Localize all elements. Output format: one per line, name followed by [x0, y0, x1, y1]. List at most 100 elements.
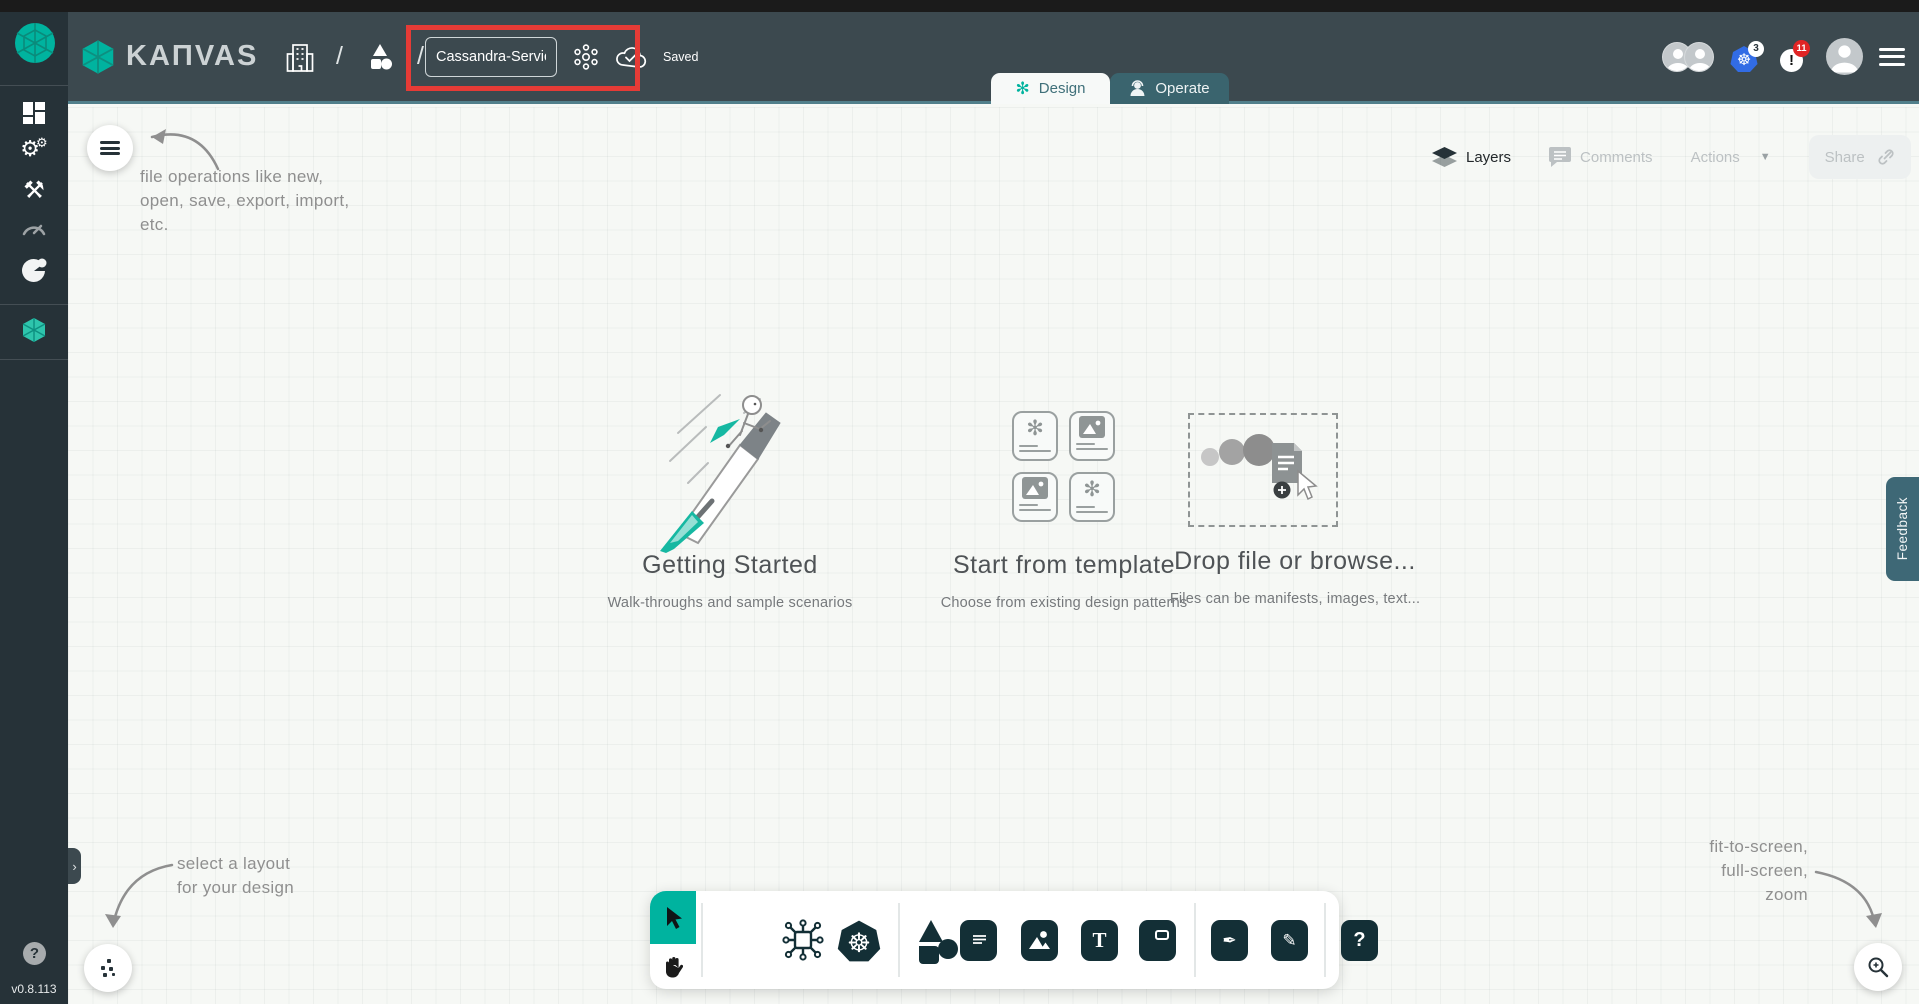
- template-thumb-image[interactable]: [1012, 472, 1058, 522]
- share-button[interactable]: Share: [1808, 135, 1911, 179]
- tab-operate-label: Operate: [1155, 80, 1210, 97]
- layers-label: Layers: [1466, 148, 1512, 166]
- sidebar-divider: [0, 359, 68, 360]
- deploy-cluster-icon[interactable]: [573, 43, 599, 70]
- template-thumb-image[interactable]: [1069, 411, 1115, 461]
- thumb-lines: [1019, 501, 1051, 511]
- component-tool-button[interactable]: [781, 918, 825, 962]
- user-avatar[interactable]: [1826, 38, 1863, 75]
- getting-started-subtitle: Walk-throughs and sample scenarios: [607, 595, 853, 611]
- help-icon[interactable]: ?: [23, 942, 46, 965]
- feedback-tab[interactable]: Feedback: [1886, 477, 1919, 581]
- organization-building-icon[interactable]: [286, 42, 314, 72]
- sidebar-item-dashboard[interactable]: [0, 96, 68, 130]
- mode-tabs: ✻ Design Operate: [991, 73, 1229, 104]
- sidebar-item-performance[interactable]: [0, 211, 68, 245]
- left-sidebar: ⚙ ⚙ ⚒ ? v0.8.113: [0, 12, 68, 1004]
- canvas-menu-icon: [100, 141, 120, 155]
- workspace-shapes-icon[interactable]: [365, 42, 395, 72]
- canvas-view-toolbar: Layers Comments Actions ▼ Share: [1432, 135, 1911, 179]
- app-version: v0.8.113: [11, 982, 57, 996]
- header-right-icons: ☸ 3 ! 11: [1662, 12, 1905, 101]
- layout-graph-icon: [101, 959, 115, 977]
- thumb-lines: [1076, 440, 1108, 450]
- chevron-down-icon: ▼: [1759, 151, 1771, 163]
- sidebar-expander[interactable]: ›: [68, 848, 81, 884]
- layers-button[interactable]: Layers: [1432, 146, 1512, 168]
- pen-icon: ✒: [1222, 930, 1237, 951]
- notifications-button[interactable]: ! 11: [1780, 39, 1810, 74]
- actions-label: Actions: [1690, 148, 1740, 166]
- toolbar-divider: [701, 903, 703, 977]
- pencil-tool-button[interactable]: ✎: [1271, 920, 1308, 961]
- dashboard-grid-icon: [23, 102, 45, 124]
- sidebar-item-kanvas[interactable]: [0, 313, 68, 347]
- top-strip: [0, 0, 1919, 12]
- meshery-logo-icon[interactable]: [14, 22, 56, 64]
- kubernetes-tool-button[interactable]: ☸: [837, 918, 881, 964]
- tab-operate[interactable]: Operate: [1110, 73, 1229, 104]
- template-thumb-design[interactable]: ✻: [1069, 472, 1115, 522]
- kubernetes-context-switcher[interactable]: ☸ 3: [1730, 40, 1764, 73]
- sidebar-item-lifecycle[interactable]: ⚙ ⚙: [0, 132, 68, 166]
- help-icon: ?: [1353, 929, 1366, 951]
- kanvas-logo-icon: [82, 39, 114, 74]
- annotation-select-layout: select a layout for your design: [177, 854, 294, 897]
- sidebar-divider: [0, 304, 68, 305]
- sidebar-item-configuration[interactable]: ⚒: [0, 173, 68, 207]
- design-canvas[interactable]: file operations like new, open, save, ex…: [68, 107, 1919, 1004]
- text-tool-button[interactable]: T: [1081, 920, 1118, 961]
- header-menu-button[interactable]: [1879, 47, 1905, 66]
- share-label: Share: [1824, 148, 1865, 166]
- app-header: KAΠVAS / / Cassandra-Service Saved ✻ Des…: [68, 12, 1919, 104]
- tab-design[interactable]: ✻ Design: [991, 73, 1110, 104]
- comments-button[interactable]: Comments: [1549, 147, 1653, 167]
- canvas-menu-button[interactable]: [87, 125, 133, 171]
- thumb-lines: [1019, 442, 1051, 452]
- collaborator-avatars[interactable]: [1662, 41, 1714, 72]
- breadcrumb-separator: /: [336, 42, 343, 70]
- annotation-file-operations: file operations like new, open, save, ex…: [140, 167, 350, 234]
- feedback-label: Feedback: [1895, 497, 1910, 561]
- getting-started-title: Getting Started: [642, 551, 818, 579]
- extensions-icon: [22, 258, 47, 282]
- drop-file-subtitle: Files can be manifests, images, text...: [1169, 591, 1421, 607]
- zoom-button[interactable]: [1854, 943, 1902, 991]
- template-title: Start from template: [952, 551, 1176, 579]
- pen-tool-button[interactable]: ✒: [1211, 920, 1248, 961]
- save-status-label: Saved: [663, 49, 699, 64]
- help-tool-button[interactable]: ?: [1341, 920, 1378, 961]
- comments-icon: [1549, 147, 1572, 167]
- image-tool-button[interactable]: [1021, 920, 1058, 961]
- drop-file-title: Drop file or browse...: [1174, 547, 1416, 575]
- performance-gauge-icon: [22, 224, 46, 236]
- sidebar-divider: [0, 85, 68, 86]
- layout-selector-button[interactable]: [84, 944, 132, 992]
- pan-tool-button[interactable]: [650, 944, 696, 989]
- template-thumb-design[interactable]: ✻: [1012, 411, 1058, 461]
- thumb-lines: [1076, 503, 1108, 513]
- actions-dropdown[interactable]: Actions ▼: [1691, 149, 1771, 166]
- design-name-input[interactable]: [425, 36, 557, 77]
- design-spiral-icon: ✻: [1083, 477, 1101, 501]
- image-icon: [1022, 477, 1048, 499]
- drop-zone[interactable]: [1188, 413, 1338, 527]
- hand-icon: [666, 956, 683, 978]
- shapes-tool-button[interactable]: [915, 918, 961, 964]
- template-thumbnails: ✻ ✻: [1012, 411, 1116, 523]
- select-tool-button[interactable]: [650, 891, 696, 944]
- svg-text:☸: ☸: [847, 928, 871, 959]
- image-icon: [1079, 416, 1105, 438]
- pencil-icon: ✎: [1282, 930, 1297, 951]
- operate-headset-icon: [1130, 80, 1145, 96]
- note-icon: [1154, 929, 1169, 940]
- comment-tool-button[interactable]: [960, 920, 997, 961]
- design-spiral-icon: ✻: [1026, 416, 1044, 440]
- cursor-arrow-icon: [667, 906, 682, 929]
- note-tool-button[interactable]: [1139, 920, 1176, 961]
- lifecycle-gear-small-icon: ⚙: [36, 135, 48, 151]
- sidebar-item-extensions[interactable]: [0, 254, 68, 288]
- comments-label: Comments: [1580, 148, 1653, 166]
- drop-file-illustration: [1201, 434, 1318, 501]
- rocket-doodle-illustration: [660, 394, 781, 553]
